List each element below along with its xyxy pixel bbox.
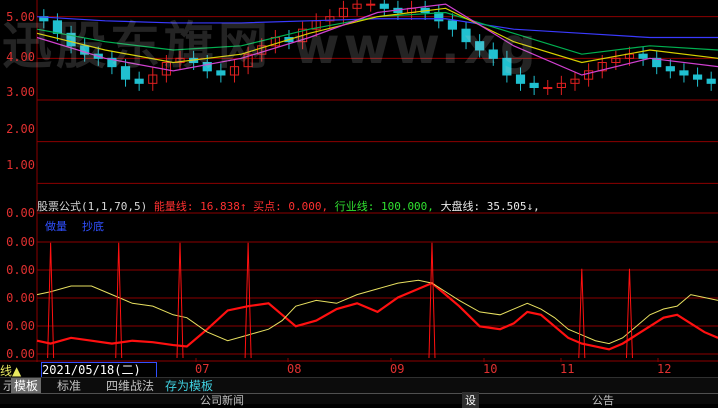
indicator-axis-label: 0.00 [6, 347, 35, 361]
energy-line-value: 能量线: 16.838↑ [153, 200, 247, 213]
buy-point-spike [47, 242, 55, 359]
indicator-axis-label: 0.00 [6, 263, 35, 277]
price-axis-label: 5.00 [6, 10, 35, 24]
month-label: 10 [483, 362, 498, 376]
candlestick [366, 3, 376, 6]
energy-line [36, 281, 718, 351]
candlestick [665, 66, 675, 72]
cursor-date: 2021/05/18(二) [41, 362, 157, 378]
indicator-legend-a: 做量 [45, 220, 67, 233]
candlestick [488, 49, 498, 59]
month-label: 09 [390, 362, 405, 376]
buy-point-spike [578, 268, 586, 359]
settings-button[interactable]: 设 [462, 392, 479, 408]
candlestick [529, 82, 539, 89]
industry-line [36, 279, 718, 345]
buy-point-spike [625, 268, 633, 359]
month-label: 08 [287, 362, 302, 376]
candlestick [120, 66, 131, 80]
price-axis-label: 2.00 [6, 122, 35, 136]
company-news-tab[interactable]: 公司新闻 [200, 392, 244, 408]
price-axis-label: 4.00 [6, 50, 35, 64]
candlestick [52, 20, 63, 34]
moving-average-line [36, 16, 718, 39]
candlestick [447, 20, 457, 30]
candlestick [543, 87, 553, 89]
month-label: 07 [195, 362, 210, 376]
indicator-axis-label: 0.00 [6, 319, 35, 333]
candlestick [216, 70, 226, 76]
indicator-axis-label: 0.00 [6, 291, 35, 305]
price-axis-label: 3.00 [6, 85, 35, 99]
candlestick [434, 12, 444, 22]
candlestick [475, 41, 485, 51]
candlestick [134, 78, 144, 84]
candlestick [692, 74, 703, 80]
industry-line-value: 行业线: 100.000, [334, 200, 434, 213]
candlestick [515, 74, 526, 84]
candlestick [679, 70, 689, 76]
candlestick [638, 53, 648, 59]
tab-template[interactable]: 模板 [11, 378, 42, 394]
indicator-axis-label: 0.00 [6, 235, 35, 249]
indicator-axis-label: 0.00 [6, 206, 35, 220]
buy-point-spike [115, 242, 123, 359]
bottom-panel: 公司新闻 设 公告 [0, 392, 718, 408]
price-chart[interactable] [0, 0, 718, 200]
buy-point-spike [244, 242, 252, 359]
candlestick [502, 57, 512, 76]
notice-tab[interactable]: 公告 [592, 392, 614, 408]
tab-standard[interactable]: 标准 [54, 378, 84, 394]
candlestick [706, 78, 716, 84]
month-label: 12 [657, 362, 672, 376]
indicator-legend-b: 抄底 [82, 220, 104, 233]
market-line-value: 大盘线: 35.505↓, [440, 200, 540, 213]
indicator-header: 股票公式(1,1,70,5) 能量线: 16.838↑ 买点: 0.000, 行… [37, 200, 540, 214]
buy-point-spike [428, 242, 436, 359]
price-axis-label: 1.00 [6, 158, 35, 172]
candlestick [461, 28, 471, 43]
buy-point-value: 买点: 0.000, [253, 200, 329, 213]
candlestick [379, 3, 389, 9]
buy-point-spike [176, 242, 184, 359]
month-label: 11 [560, 362, 575, 376]
tab-four-dim[interactable]: 四维战法 [103, 378, 157, 394]
indicator-name[interactable]: 股票公式(1,1,70,5) [37, 200, 147, 213]
